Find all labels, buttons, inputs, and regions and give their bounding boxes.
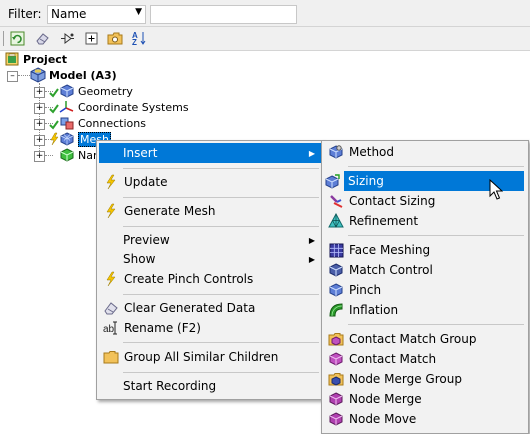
inflation-icon: [328, 302, 344, 318]
rename-icon: ab: [103, 320, 119, 336]
folder-icon: [103, 349, 119, 365]
check-icon: [49, 99, 59, 115]
menu-item-update[interactable]: Update: [99, 172, 321, 192]
tree-node-label: Geometry: [78, 84, 133, 98]
svg-text:Z: Z: [132, 38, 137, 46]
menu-item-clear-generated-data[interactable]: Clear Generated Data: [99, 298, 321, 318]
geometry-icon: [59, 83, 75, 99]
submenu-item-inflation[interactable]: Inflation: [324, 300, 526, 320]
menu-item-group-all-similar-children[interactable]: Group All Similar Children: [99, 347, 321, 367]
filter-bar: Filter: Name ▼: [0, 0, 530, 27]
submenu-item-refinement[interactable]: Refinement: [324, 211, 526, 231]
named-selections-icon: [59, 147, 75, 163]
method-icon: [328, 144, 344, 160]
clear-icon[interactable]: [34, 30, 50, 46]
expand-icon[interactable]: [83, 30, 99, 46]
menu-separator: [348, 166, 524, 167]
expand-icon[interactable]: +: [34, 87, 45, 98]
match-control-icon: [328, 262, 344, 278]
tree-node-named-selections[interactable]: Nar: [59, 147, 98, 163]
check-icon: [49, 115, 59, 131]
submenu-item-contact-match[interactable]: Contact Match: [324, 349, 526, 369]
menu-item-rename[interactable]: ab Rename (F2): [99, 318, 321, 338]
model-icon: [30, 67, 46, 83]
eraser-icon: [103, 300, 119, 316]
menu-separator: [348, 235, 524, 236]
connections-icon: [59, 115, 75, 131]
expand-icon[interactable]: +: [34, 151, 45, 162]
folder-icon[interactable]: [107, 30, 123, 46]
pinch-icon: [328, 282, 344, 298]
contact-match-icon: [328, 351, 344, 367]
submenu-item-node-merge-group[interactable]: Node Merge Group: [324, 369, 526, 389]
submenu-item-method[interactable]: Method: [324, 142, 526, 162]
tree-node-project[interactable]: Project: [4, 51, 67, 67]
contact-sizing-icon: [328, 193, 344, 209]
svg-text:ab: ab: [103, 324, 115, 335]
menu-separator: [123, 294, 319, 295]
menu-item-show[interactable]: Show ▶: [99, 249, 321, 269]
submenu-arrow-icon: ▶: [308, 148, 315, 158]
node-merge-group-icon: [328, 371, 344, 387]
collapse-icon[interactable]: –: [7, 71, 18, 82]
menu-item-preview[interactable]: Preview ▶: [99, 230, 321, 250]
tree-node-model[interactable]: Model (A3): [30, 67, 117, 83]
menu-separator: [123, 197, 319, 198]
tree-toolbar: AZ: [0, 27, 530, 51]
tree-node-label: Project: [23, 52, 68, 66]
connect-icon[interactable]: [59, 30, 75, 46]
menu-separator: [348, 324, 524, 325]
face-meshing-icon: [328, 242, 344, 258]
filter-dropdown-value: Name: [51, 7, 87, 21]
expand-icon[interactable]: +: [34, 119, 45, 130]
tree-node-geometry[interactable]: Geometry: [49, 83, 133, 99]
mouse-cursor-icon: [489, 178, 504, 204]
tree-node-label: Coordinate Systems: [78, 100, 189, 114]
refinement-icon: [328, 213, 344, 229]
submenu-item-match-control[interactable]: Match Control: [324, 260, 526, 280]
sort-az-icon[interactable]: AZ: [131, 30, 147, 46]
mesh-icon: [59, 131, 75, 147]
project-icon: [4, 51, 20, 67]
expand-icon[interactable]: +: [34, 135, 45, 146]
axis-icon: [59, 99, 75, 115]
lightning-icon: [103, 203, 119, 219]
lightning-icon: [103, 271, 119, 287]
tree-node-coordinate-systems[interactable]: Coordinate Systems: [49, 99, 189, 115]
filter-label: Filter:: [8, 7, 42, 21]
filter-dropdown[interactable]: Name ▼: [47, 5, 146, 24]
menu-item-create-pinch-controls[interactable]: Create Pinch Controls: [99, 269, 321, 289]
menu-separator: [123, 372, 319, 373]
node-merge-icon: [328, 391, 344, 407]
menu-separator: [123, 226, 319, 227]
node-move-icon: [328, 411, 344, 427]
tree-node-label: Connections: [78, 116, 146, 130]
submenu-item-face-meshing[interactable]: Face Meshing: [324, 240, 526, 260]
toolbar-grip: [3, 31, 4, 46]
tree-node-connections[interactable]: Connections: [49, 115, 146, 131]
menu-item-insert[interactable]: Insert ▶: [99, 143, 321, 163]
submenu-item-pinch[interactable]: Pinch: [324, 280, 526, 300]
submenu-item-node-merge[interactable]: Node Merge: [324, 389, 526, 409]
tree-node-label: Nar: [78, 148, 98, 162]
menu-separator: [123, 168, 319, 169]
refresh-icon[interactable]: [9, 30, 25, 46]
context-menu: Insert ▶ Update Generate Mesh Preview ▶ …: [96, 140, 324, 400]
expand-icon[interactable]: +: [34, 103, 45, 114]
submenu-item-contact-match-group[interactable]: Contact Match Group: [324, 329, 526, 349]
lightning-icon: [49, 131, 59, 147]
menu-item-start-recording[interactable]: Start Recording: [99, 376, 321, 396]
menu-item-generate-mesh[interactable]: Generate Mesh: [99, 201, 321, 221]
menu-separator: [123, 342, 319, 343]
tree-node-label: Model (A3): [49, 68, 117, 82]
submenu-arrow-icon: ▶: [308, 235, 315, 245]
check-icon: [49, 83, 59, 99]
sizing-icon: [325, 173, 341, 192]
filter-search-input[interactable]: [150, 5, 297, 24]
submenu-arrow-icon: ▶: [308, 254, 315, 264]
contact-match-group-icon: [328, 331, 344, 347]
submenu-item-node-move[interactable]: Node Move: [324, 409, 526, 429]
chevron-down-icon: ▼: [135, 7, 142, 17]
lightning-icon: [103, 174, 119, 190]
